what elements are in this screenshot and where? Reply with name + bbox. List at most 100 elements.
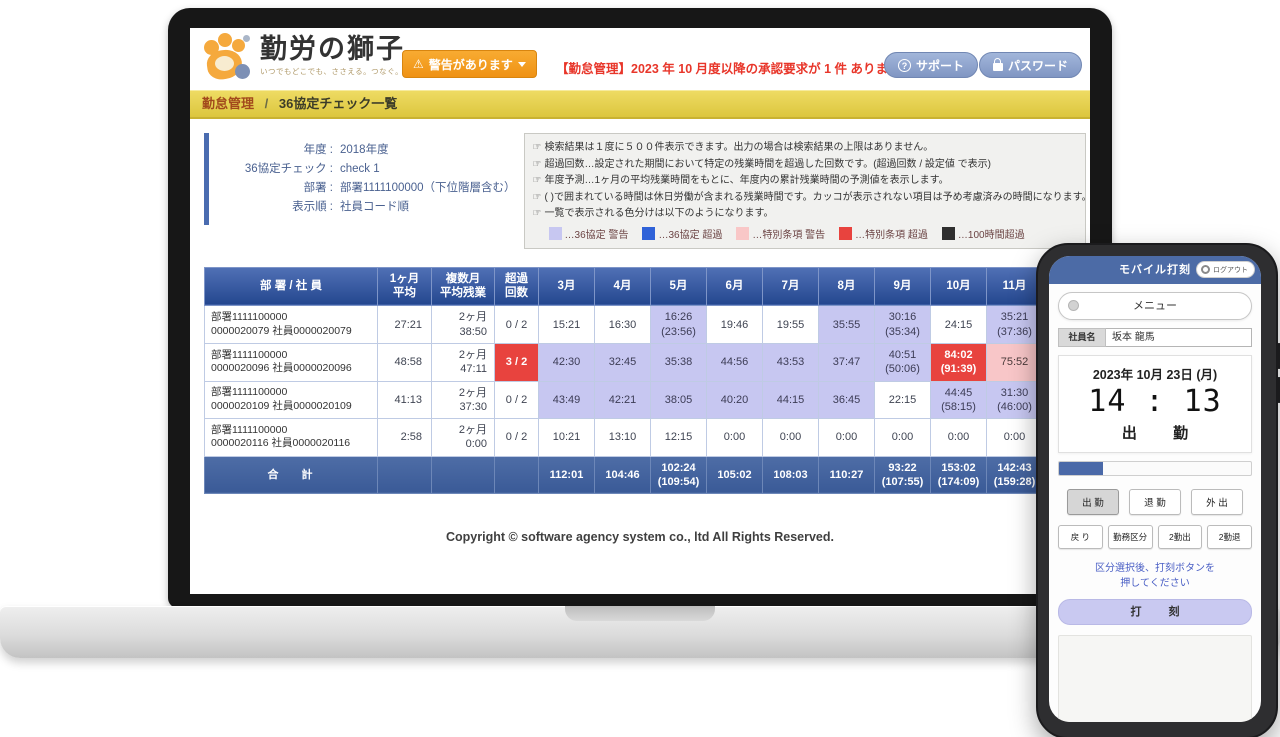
month-cell: 38:05	[650, 380, 707, 420]
pointer-icon: ☞	[532, 191, 542, 203]
pointer-icon: ☞	[532, 142, 542, 153]
col-multimonth-avg: 複数月 平均残業	[431, 266, 495, 307]
legend-swatch	[839, 226, 853, 240]
month-cell: 31:30 (46:00)	[986, 380, 1043, 420]
scene: 勤労の獅子 いつでもどこでも、ささえる。つなぐ。はたらく。 ⚠ 警告があります …	[0, 0, 1280, 737]
pointer-icon: ☞	[532, 175, 542, 186]
legend-item: …36協定 超過	[642, 226, 722, 241]
month-cell: 12:15	[650, 418, 707, 457]
current-date: 2023年 10月 23日 (月)	[1092, 368, 1218, 382]
month-cell: 40:20	[706, 380, 763, 420]
multimonth-avg-cell: 2ヶ月 38:50	[431, 305, 495, 344]
total-month-cell: 93:22 (107:55)	[874, 455, 931, 495]
month-cell: 10:21	[538, 418, 595, 457]
punch-type-button[interactable]: 2勤出	[1157, 525, 1203, 549]
month-cell: 35:55	[818, 305, 875, 344]
legend-swatch	[548, 226, 562, 240]
filter-value: 部署1111100000（下位階層含む）	[340, 181, 516, 194]
month-cell: 35:38	[650, 342, 707, 382]
punch-type-button[interactable]: 出 勤	[1067, 489, 1119, 515]
col-dept-employee: 部 署 / 社 員	[204, 266, 378, 307]
breadcrumb-section[interactable]: 勤怠管理	[202, 96, 254, 111]
month-cell: 42:21	[594, 380, 651, 420]
col-month: 8月	[818, 266, 875, 307]
month-cell: 0:00	[930, 418, 987, 457]
table-row: 部署1111100000 0000020096 社員0000020096 48:58…	[204, 342, 1090, 382]
support-button[interactable]: サポート	[883, 52, 978, 78]
filter-value: check 1	[340, 162, 380, 175]
password-button[interactable]: パスワード	[978, 52, 1082, 78]
total-month-cell: 108:03	[762, 455, 819, 495]
lock-icon	[992, 58, 1003, 71]
total-label: 合 計	[204, 455, 378, 495]
punch-type-row1: 出 勤退 勤外 出	[1058, 489, 1252, 515]
menu-button[interactable]: メニュー	[1058, 292, 1252, 320]
col-over-count: 超過 回数	[494, 266, 539, 307]
note-line: ☞( )で囲まれている時間は休日労働が含まれる残業時間です。カッコが表示されない…	[532, 191, 1086, 203]
month-cell: 22:15	[874, 380, 931, 420]
col-month: 3月	[538, 266, 595, 307]
legend-item: …100時間超過	[941, 226, 1025, 241]
punch-type-button[interactable]: 2勤退	[1207, 525, 1252, 549]
col-month: 10月	[930, 266, 987, 307]
punch-type-button[interactable]: 外 出	[1191, 489, 1243, 515]
over-count-cell: 0 / 2	[494, 380, 539, 420]
logout-button[interactable]: ログアウト	[1196, 261, 1255, 278]
question-icon	[897, 58, 911, 72]
warning-dropdown-button[interactable]: ⚠ 警告があります	[402, 50, 537, 78]
result-table: 部 署 / 社 員 1ヶ月 平均 複数月 平均残業 超過 回数 3月 4月 5月 6月 7月 8月…	[204, 266, 1090, 495]
col-month: 7月	[762, 266, 819, 307]
punch-type-button[interactable]: 退 勤	[1129, 489, 1181, 515]
logout-icon	[1201, 265, 1210, 274]
menu-label: メニュー	[1133, 300, 1177, 312]
dept-employee-cell: 部署1111100000 0000020116 社員0000020116	[204, 418, 378, 457]
legend-swatch	[736, 226, 750, 240]
multimonth-avg-cell: 2ヶ月 37:30	[431, 380, 495, 420]
employee-name-field[interactable]: 坂本 龍馬	[1106, 328, 1252, 347]
table-row: 部署1111100000 0000020109 社員0000020109 41:13…	[204, 380, 1090, 420]
month-cell: 75:52	[986, 342, 1043, 382]
legend: …36協定 警告 …36協定 超過 …特別条項 警告 …特別条項 超過 …100時間超過	[548, 226, 1077, 241]
phone-screen: モバイル打刻 ログアウト メニュー 社員名 坂本 龍馬 2023年 10月 23…	[1049, 256, 1261, 722]
month-cell: 0:00	[818, 418, 875, 457]
current-time: 14 : 13	[1088, 384, 1222, 419]
monthly-avg-cell: 2:58	[377, 418, 432, 457]
filter-row: 部署 : 部署1111100000（下位階層含む）	[217, 179, 516, 198]
over-count-cell: 0 / 2	[494, 305, 539, 344]
monthly-avg-cell: 48:58	[377, 342, 432, 382]
monthly-avg-cell: 41:13	[377, 380, 432, 420]
month-cell: 0:00	[874, 418, 931, 457]
punch-status: 出 勤	[1121, 425, 1205, 442]
total-month-cell: 105:02	[706, 455, 763, 495]
legend-item: …36協定 警告	[548, 226, 628, 241]
punch-type-row2: 戻 り勤務区分 2勤出 2勤退	[1058, 525, 1252, 549]
total-month-cell: 153:02 (174:09)	[930, 455, 987, 495]
month-cell: 0:00	[762, 418, 819, 457]
month-cell: 37:47	[818, 342, 875, 382]
punch-type-button[interactable]: 戻 り	[1058, 525, 1103, 549]
over-count-cell: 3 / 2	[494, 342, 539, 382]
map-placeholder	[1058, 635, 1252, 722]
filter-label: 表示順 :	[292, 200, 333, 213]
col-month: 5月	[650, 266, 707, 307]
filter-section: 年度 : 2018年度 36協定チェック : check 1 部署 : 部署1111100…	[204, 133, 1090, 249]
table-row: 部署1111100000 0000020079 社員0000020079 27:21…	[204, 305, 1090, 344]
month-cell: 42:30	[538, 342, 595, 382]
total-month-cell: 104:46	[594, 455, 651, 495]
dept-employee-cell: 部署1111100000 0000020096 社員0000020096	[204, 342, 378, 382]
month-cell: 44:56	[706, 342, 763, 382]
pointer-icon: ☞	[532, 208, 542, 219]
multimonth-avg-cell: 2ヶ月 0:00	[431, 418, 495, 457]
month-cell: 40:51 (50:06)	[874, 342, 931, 382]
month-cell: 84:02 (91:39)	[930, 342, 987, 382]
total-month-cell: 112:01	[538, 455, 595, 495]
total-month-cell: 102:24 (109:54)	[650, 455, 707, 495]
table-header-row: 部 署 / 社 員 1ヶ月 平均 複数月 平均残業 超過 回数 3月 4月 5月 6月 7月 8月…	[204, 266, 1090, 307]
filter-value: 2018年度	[340, 144, 389, 156]
col-month: 4月	[594, 266, 651, 307]
col-month: 11月	[986, 266, 1043, 307]
month-cell: 16:30	[594, 305, 651, 344]
punch-button[interactable]: 打 刻	[1058, 599, 1252, 625]
monthly-avg-cell: 27:21	[377, 305, 432, 344]
punch-type-button[interactable]: 勤務区分	[1107, 525, 1153, 549]
